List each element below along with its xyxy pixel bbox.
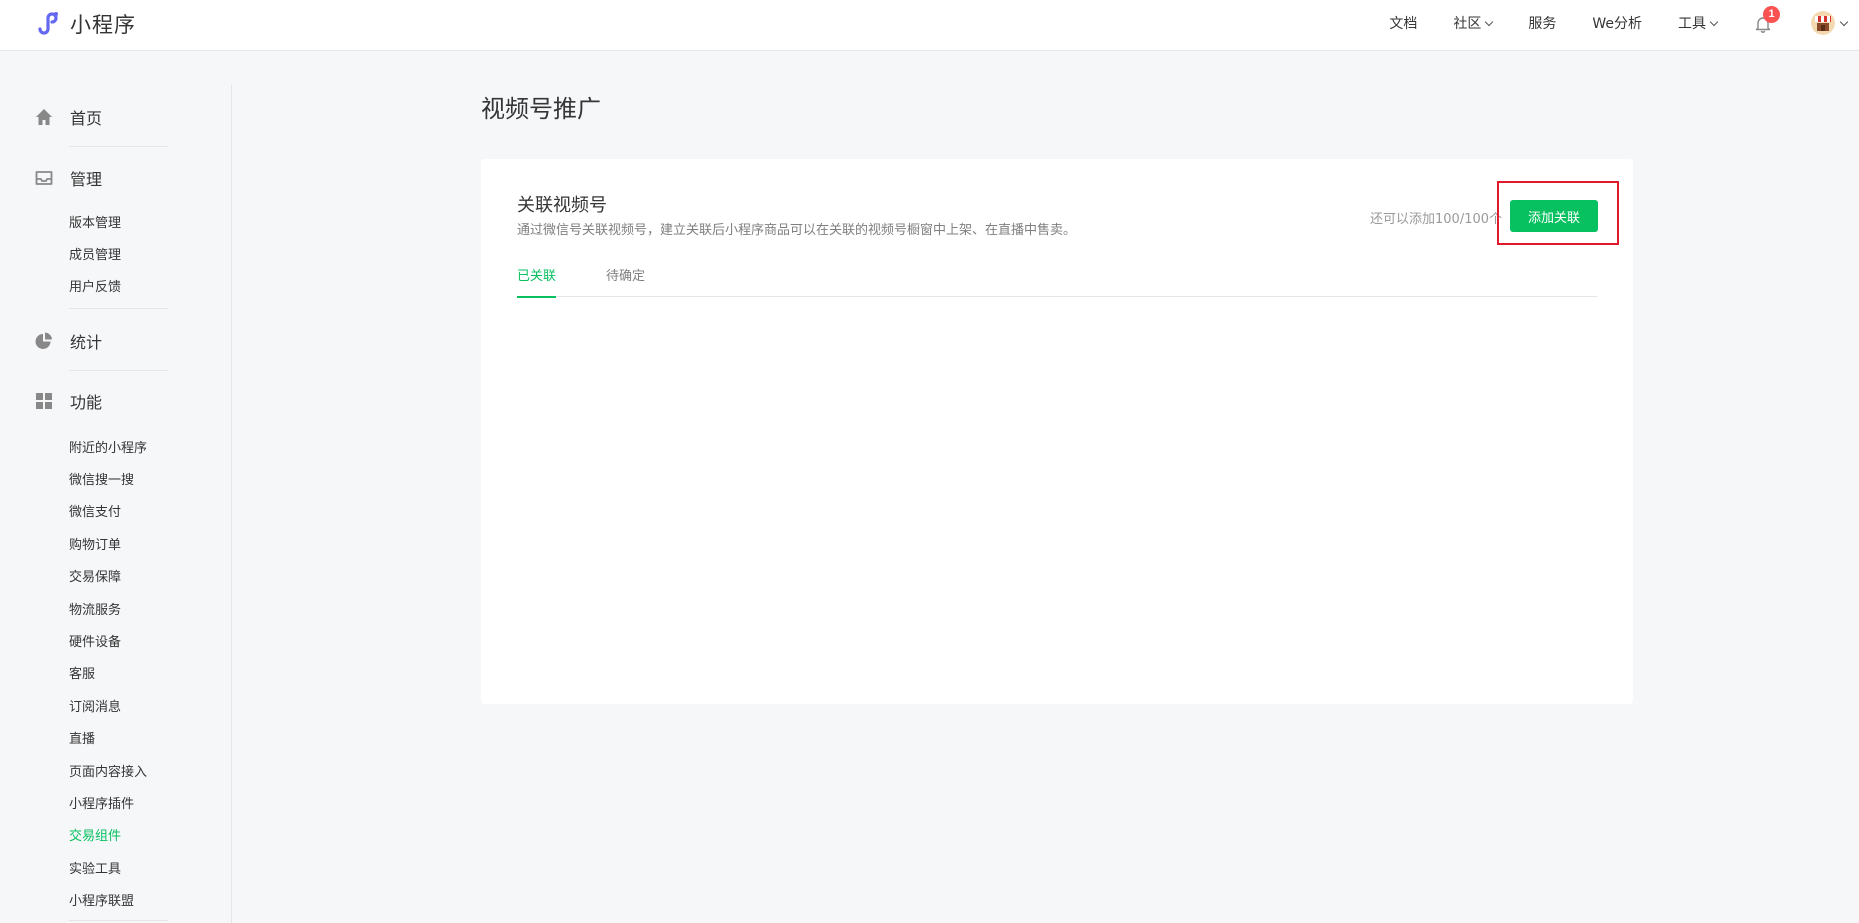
channels-link-card: 关联视频号 通过微信号关联视频号，建立关联后小程序商品可以在关联的视频号橱窗中上… [481, 159, 1633, 704]
quota-text: 还可以添加100/100个 [1370, 212, 1503, 227]
nav-tools-label: 工具 [1678, 16, 1706, 32]
sidebar-group-manage-label: 管理 [70, 170, 103, 189]
inbox-icon [34, 168, 54, 188]
logo-text: 小程序 [70, 13, 136, 37]
sidebar-item-version-manage[interactable]: 版本管理 [69, 212, 121, 231]
sidebar-divider [69, 146, 168, 147]
nav-we-analytics-label: We分析 [1592, 16, 1642, 32]
sidebar-divider [69, 308, 168, 309]
sidebar-item-hardware[interactable]: 硬件设备 [69, 631, 121, 650]
nav-community[interactable]: 社区 [1453, 13, 1494, 33]
sidebar-item-user-feedback[interactable]: 用户反馈 [69, 276, 121, 295]
nav-service-label: 服务 [1528, 16, 1557, 32]
sidebar-item-plugins[interactable]: 小程序插件 [69, 793, 134, 812]
add-link-button[interactable]: 添加关联 [1510, 200, 1598, 232]
sidebar-item-nearby-mini-program[interactable]: 附近的小程序 [69, 437, 147, 456]
sidebar-item-stats-label: 统计 [70, 333, 103, 352]
account-menu[interactable] [1811, 11, 1849, 35]
nav-service[interactable]: 服务 [1528, 13, 1556, 33]
chevron-down-icon [1485, 17, 1494, 26]
home-icon [34, 107, 54, 127]
sidebar-item-home[interactable]: 首页 [34, 105, 102, 129]
chevron-down-icon [1839, 17, 1849, 26]
nav-we-analytics[interactable]: We分析 [1592, 13, 1642, 33]
sidebar-item-page-content[interactable]: 页面内容接入 [69, 761, 147, 780]
sidebar-item-customer-service[interactable]: 客服 [69, 663, 95, 682]
page-title: 视频号推广 [481, 95, 601, 123]
nav-docs[interactable]: 文档 [1389, 13, 1417, 33]
tab-linked[interactable]: 已关联 [517, 265, 557, 298]
sidebar-item-wechat-pay[interactable]: 微信支付 [69, 501, 121, 520]
nav-tools[interactable]: 工具 [1678, 13, 1719, 33]
card-title: 关联视频号 [517, 195, 607, 216]
grid-icon [34, 391, 54, 411]
card-description: 通过微信号关联视频号，建立关联后小程序商品可以在关联的视频号橱窗中上架、在直播中… [517, 223, 1077, 238]
top-nav: 文档 社区 服务 We分析 工具 1 [1389, 0, 1859, 46]
sidebar: 首页 管理 版本管理 成员管理 用户反馈 统计 功能 附近的小程序 微信搜一搜 … [0, 85, 232, 923]
avatar [1811, 11, 1835, 35]
sidebar-group-features[interactable]: 功能 [34, 389, 102, 413]
notification-button[interactable]: 1 [1753, 6, 1780, 34]
sidebar-divider [69, 370, 168, 371]
sidebar-group-features-label: 功能 [70, 393, 103, 412]
sidebar-item-wechat-search[interactable]: 微信搜一搜 [69, 469, 134, 488]
sidebar-divider [69, 920, 168, 921]
top-bar: 小程序 文档 社区 服务 We分析 工具 1 [0, 0, 1859, 51]
sidebar-item-home-label: 首页 [70, 109, 103, 128]
sidebar-item-logistics[interactable]: 物流服务 [69, 599, 121, 618]
logo[interactable]: 小程序 [36, 8, 136, 40]
sidebar-item-member-manage[interactable]: 成员管理 [69, 244, 121, 263]
sidebar-item-trade-component[interactable]: 交易组件 [69, 825, 121, 844]
sidebar-item-stats[interactable]: 统计 [34, 329, 102, 353]
nav-docs-label: 文档 [1389, 16, 1418, 32]
notification-badge: 1 [1763, 6, 1780, 23]
link-status-tabs: 已关联 待确定 [517, 265, 1597, 298]
sidebar-group-manage[interactable]: 管理 [34, 166, 102, 190]
mini-program-logo-icon [36, 9, 62, 39]
sidebar-item-trade-guarantee[interactable]: 交易保障 [69, 566, 121, 585]
tab-pending[interactable]: 待确定 [606, 265, 645, 297]
sidebar-item-experiment-tools[interactable]: 实验工具 [69, 858, 121, 877]
pie-chart-icon [34, 331, 54, 351]
sidebar-item-shopping-orders[interactable]: 购物订单 [69, 534, 121, 553]
sidebar-item-live[interactable]: 直播 [69, 728, 95, 747]
sidebar-item-mini-program-alliance[interactable]: 小程序联盟 [69, 890, 134, 909]
sidebar-item-subscribe-message[interactable]: 订阅消息 [69, 696, 121, 715]
nav-community-label: 社区 [1453, 16, 1482, 32]
chevron-down-icon [1709, 17, 1719, 26]
